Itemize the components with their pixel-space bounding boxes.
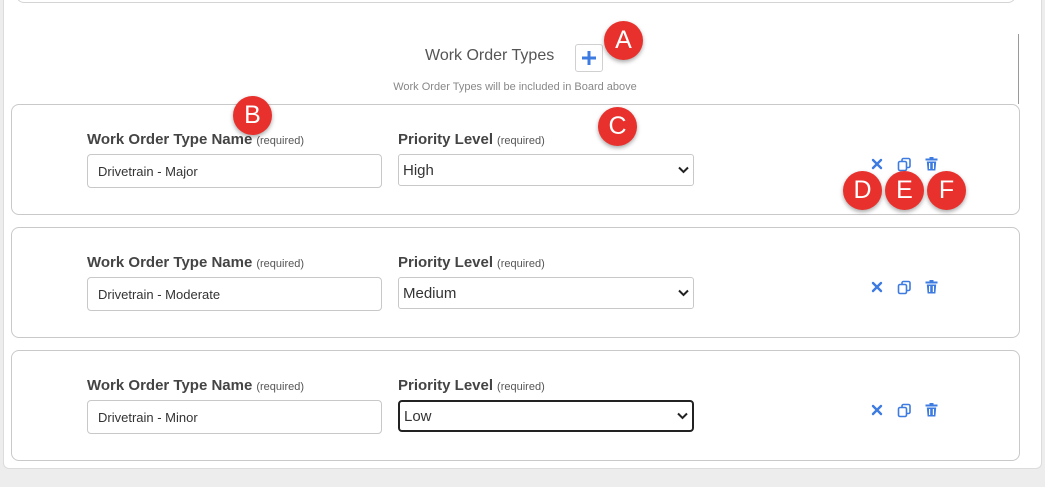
name-label-text: Work Order Type Name bbox=[87, 377, 253, 394]
chevron-down-icon bbox=[678, 289, 689, 297]
row-actions bbox=[868, 401, 940, 419]
callout-f: F bbox=[927, 171, 966, 210]
add-work-order-type-button[interactable] bbox=[575, 44, 603, 72]
callout-d: D bbox=[843, 171, 882, 210]
duplicate-button[interactable] bbox=[895, 278, 913, 296]
chevron-down-icon bbox=[678, 166, 689, 174]
required-hint: (required) bbox=[256, 258, 305, 270]
callout-b: B bbox=[233, 96, 272, 135]
remove-button[interactable] bbox=[868, 401, 886, 419]
work-order-type-card: Work Order Type Name(required) Priority … bbox=[11, 350, 1020, 461]
copy-icon bbox=[897, 157, 911, 171]
priority-label: Priority Level (required) bbox=[398, 377, 545, 394]
callout-e: E bbox=[885, 171, 924, 210]
required-hint: (required) bbox=[497, 258, 545, 270]
name-label: Work Order Type Name (required) bbox=[87, 254, 304, 271]
close-icon bbox=[871, 158, 883, 170]
trash-icon bbox=[925, 280, 937, 294]
name-label-text: Work Order Type Name bbox=[87, 131, 253, 148]
plus-icon bbox=[582, 51, 596, 65]
section-subtitle: Work Order Types will be included in Boa… bbox=[393, 81, 637, 93]
priority-label: Priority Level (required) bbox=[398, 131, 545, 148]
copy-icon bbox=[897, 403, 911, 417]
work-order-type-name-input[interactable] bbox=[87, 277, 382, 311]
callout-c: C bbox=[598, 107, 637, 146]
delete-button[interactable] bbox=[922, 401, 940, 419]
priority-level-select[interactable]: High bbox=[398, 154, 694, 186]
priority-label-text: Priority Level bbox=[398, 254, 494, 271]
required-hint: (required) bbox=[256, 381, 305, 393]
remove-button[interactable] bbox=[868, 155, 886, 173]
trash-icon bbox=[925, 403, 937, 417]
priority-selected-value: Medium bbox=[403, 284, 457, 302]
priority-label-text: Priority Level bbox=[398, 131, 494, 148]
priority-label-text: Priority Level bbox=[398, 377, 494, 394]
previous-card-edge bbox=[16, 0, 1016, 3]
name-label-text: Work Order Type Name bbox=[87, 254, 253, 271]
section-title: Work Order Types bbox=[425, 47, 555, 64]
work-order-type-name-input[interactable] bbox=[87, 154, 382, 188]
row-actions bbox=[868, 278, 940, 296]
remove-button[interactable] bbox=[868, 278, 886, 296]
priority-level-select[interactable]: Low bbox=[398, 400, 694, 432]
work-order-type-card: Work Order Type Name(required) Priority … bbox=[11, 227, 1020, 338]
duplicate-button[interactable] bbox=[895, 401, 913, 419]
priority-label: Priority Level (required) bbox=[398, 254, 545, 271]
priority-selected-value: High bbox=[403, 161, 434, 179]
required-hint: (required) bbox=[256, 135, 305, 147]
name-label: Work Order Type Name (required) bbox=[87, 377, 304, 394]
required-hint: (required) bbox=[497, 135, 545, 147]
close-icon bbox=[871, 281, 883, 293]
priority-level-select[interactable]: Medium bbox=[398, 277, 694, 309]
delete-button[interactable] bbox=[922, 278, 940, 296]
close-icon bbox=[871, 404, 883, 416]
panel-divider bbox=[1018, 34, 1019, 104]
required-hint: (required) bbox=[497, 381, 545, 393]
copy-icon bbox=[897, 280, 911, 294]
name-label: Work Order Type Name (required) bbox=[87, 131, 304, 148]
callout-a: A bbox=[604, 21, 643, 60]
delete-button[interactable] bbox=[922, 155, 940, 173]
chevron-down-icon bbox=[677, 412, 688, 420]
priority-selected-value: Low bbox=[404, 407, 432, 425]
work-order-type-name-input[interactable] bbox=[87, 400, 382, 434]
trash-icon bbox=[925, 157, 937, 171]
